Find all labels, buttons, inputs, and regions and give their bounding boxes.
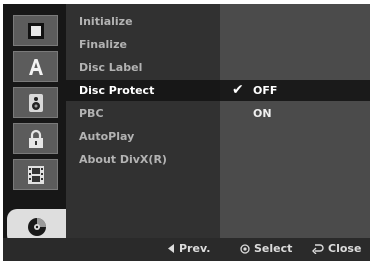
letter-a-icon [28, 58, 43, 75]
menu-item-autoplay[interactable]: AutoPlay [66, 126, 220, 147]
footer-hint-bar: Prev. Select Close [3, 238, 370, 261]
close-hint: Close [312, 242, 361, 255]
menu-item-disc-protect[interactable]: Disc Protect [66, 80, 220, 101]
tab-lock[interactable] [13, 123, 58, 154]
option-label: ON [253, 107, 272, 120]
left-arrow-icon [168, 244, 174, 253]
option-off[interactable]: ✔ OFF [220, 80, 370, 101]
disc-menu-list: Initialize Finalize Disc Label Disc Prot… [66, 4, 220, 238]
tab-audio[interactable] [13, 87, 58, 118]
options-panel: ✔ OFF ON [220, 4, 370, 238]
enter-button-icon [240, 243, 250, 254]
tab-picture[interactable] [13, 15, 58, 46]
tab-language[interactable] [13, 51, 58, 82]
film-frame-icon [27, 22, 44, 39]
category-icon-column [3, 4, 66, 245]
prev-label: Prev. [179, 242, 211, 255]
checkmark-icon: ✔ [232, 82, 244, 98]
option-label: OFF [253, 84, 278, 97]
tab-recording[interactable] [13, 159, 58, 190]
prev-hint: Prev. [168, 242, 210, 255]
return-icon [312, 244, 324, 254]
disc-icon [27, 218, 46, 236]
menu-item-finalize[interactable]: Finalize [66, 34, 220, 55]
menu-item-about-divx[interactable]: About DivX(R) [66, 149, 220, 170]
film-strip-icon [27, 165, 44, 184]
option-on[interactable]: ON [220, 103, 370, 124]
disc-setup-menu: Initialize Finalize Disc Label Disc Prot… [3, 4, 370, 261]
speaker-icon [28, 93, 43, 112]
menu-item-initialize[interactable]: Initialize [66, 11, 220, 32]
select-label: Select [254, 242, 293, 255]
padlock-icon [28, 129, 43, 148]
close-label: Close [328, 242, 362, 255]
select-hint: Select [240, 242, 292, 255]
menu-item-disc-label[interactable]: Disc Label [66, 57, 220, 78]
menu-item-pbc[interactable]: PBC [66, 103, 220, 124]
